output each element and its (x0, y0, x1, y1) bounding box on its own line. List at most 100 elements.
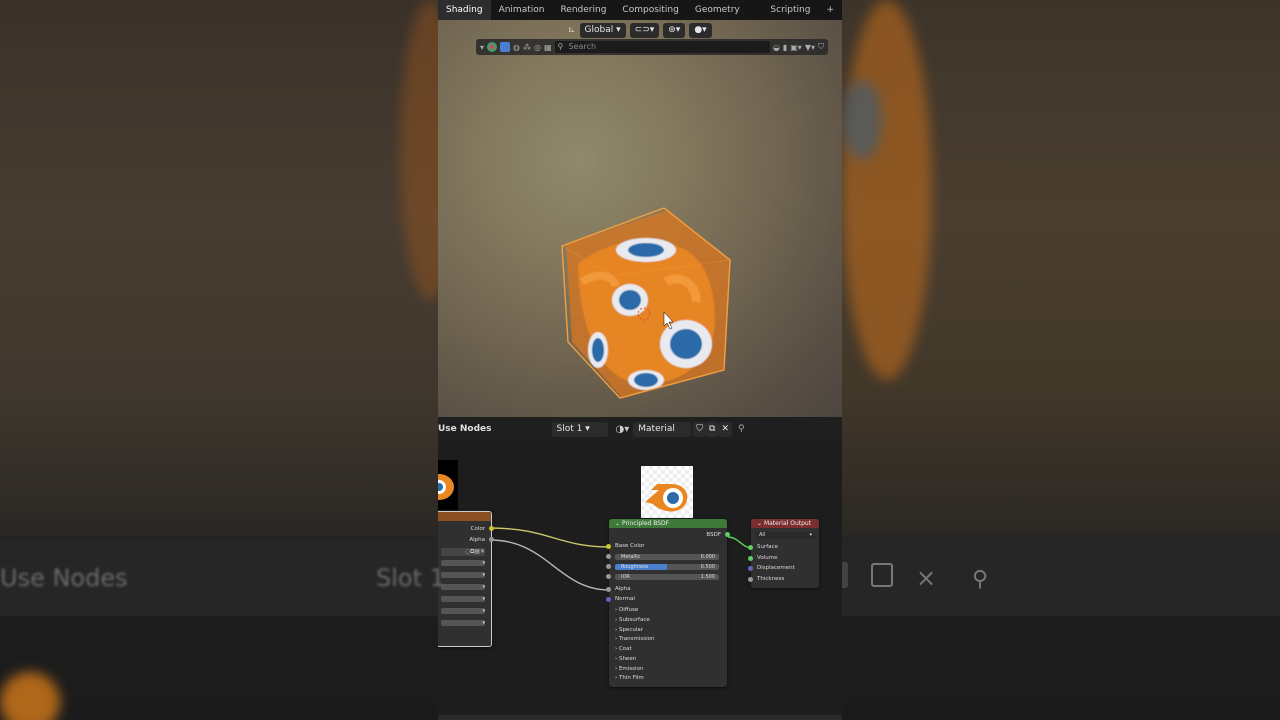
alpha-socket[interactable] (489, 537, 494, 542)
3d-viewport[interactable]: ⊾ Global ▾ ⊂⊃▾ ⊛▾ ●▾ ▾ ◍ ⁂ ◎ ▦ ⚲ Search … (438, 20, 842, 417)
select-box-icon[interactable] (500, 42, 511, 52)
search-icon: ⚲ (557, 42, 564, 51)
image-dropdown-4[interactable]: ▾ (441, 596, 485, 602)
node-canvas[interactable]: Color Alpha ◌⧉▤✕ ▾ ▾ ▾ ▾ ▾ ▾ ⌄ Principle… (438, 441, 842, 720)
metallic-value: 0.000 (700, 554, 715, 560)
image-dropdown-3[interactable]: ▾ (441, 584, 485, 590)
ior-field[interactable]: IOR 1.500 (615, 574, 719, 580)
bsdf-output-socket[interactable] (725, 532, 730, 537)
panel-coat[interactable]: › Coat (615, 646, 632, 652)
alpha-input-socket[interactable] (606, 587, 611, 592)
color-socket[interactable] (489, 526, 494, 531)
image-node-header[interactable] (438, 512, 491, 521)
displacement-socket[interactable] (748, 566, 753, 571)
fake-user-icon[interactable]: ⛉ (693, 421, 707, 437)
panel-subsurface[interactable]: › Subsurface (615, 617, 650, 623)
tab-scripting[interactable]: Scripting (762, 0, 818, 20)
pivot-dropdown[interactable]: ⊂⊃▾ (629, 22, 660, 38)
panel-emission-label: Emission (618, 666, 644, 672)
panel-specular[interactable]: › Specular (615, 627, 643, 633)
view-layer-icon[interactable]: ▣▾ (790, 43, 802, 52)
output-target-dropdown[interactable]: All ▾ (755, 532, 815, 539)
image-dropdown-2[interactable]: ▾ (441, 572, 485, 578)
base-color-label: Base Color (615, 543, 645, 549)
add-workspace-button[interactable]: + (818, 0, 842, 20)
tab-geometry-nodes[interactable]: Geometry Nodes (687, 0, 763, 35)
ior-value: 1.500 (700, 574, 715, 580)
render-icon[interactable]: ⁂ (523, 43, 531, 52)
panel-emission[interactable]: › Emission (615, 666, 643, 672)
filter-icon[interactable]: ▼▾ (805, 43, 815, 52)
panel-transmission[interactable]: › Transmission (615, 636, 654, 642)
use-nodes-label[interactable]: Use Nodes (438, 424, 492, 434)
shield-icon[interactable]: ⛉ (818, 42, 824, 52)
sphere-icon[interactable]: ◍ (513, 43, 520, 52)
panel-sheen[interactable]: › Sheen (615, 656, 636, 662)
tab-compositing[interactable]: Compositing (614, 0, 686, 20)
blender-logo-icon (645, 484, 688, 512)
bookmark-icon[interactable]: ▮ (783, 43, 787, 52)
proportional-edit-button[interactable]: ●▾ (689, 22, 712, 38)
chevron-down-icon[interactable]: ▾ (480, 43, 484, 52)
image-dropdown-5[interactable]: ▾ (441, 608, 485, 614)
principled-bsdf-node[interactable]: ⌄ Principled BSDF BSDF Base Color Metall… (606, 519, 730, 687)
surface-input-label: Surface (757, 544, 778, 550)
thickness-socket[interactable] (748, 577, 753, 582)
snap-dropdown[interactable]: ⊛▾ (663, 22, 686, 38)
volume-socket[interactable] (748, 556, 753, 561)
pin-icon[interactable]: ⚲ (738, 424, 745, 434)
metallic-field[interactable]: Metallic 0.000 (615, 554, 719, 560)
workspace-tabs: Shading Animation Rendering Compositing … (438, 0, 842, 35)
material-name-field[interactable]: Material (633, 421, 692, 437)
toggle-icon[interactable]: ◒ (773, 43, 780, 52)
material-output-node[interactable]: ⌄ Material Output All ▾ Surface Volume Di… (748, 519, 819, 588)
status-strip (438, 715, 842, 720)
image-dropdown-6[interactable]: ▾ (441, 620, 485, 626)
output-node-header[interactable]: ⌄ Material Output (751, 519, 819, 528)
normal-input-label: Normal (615, 596, 635, 602)
blender-app: Shading Animation Rendering Compositing … (438, 0, 842, 720)
background-left: Use Nodes (0, 0, 438, 720)
material-preview-thumb (641, 466, 693, 518)
world-icon[interactable]: ◎ (534, 43, 541, 52)
background-use-nodes-text: Use Nodes (0, 564, 128, 592)
roughness-value: 0.500 (700, 564, 715, 570)
duplicate-icon[interactable]: ⧉ (706, 421, 719, 437)
slot-dropdown[interactable]: Slot 1 ▾ (551, 421, 608, 437)
close-icon[interactable]: ✕ (718, 421, 733, 437)
selected-cube[interactable] (556, 202, 736, 402)
ior-socket[interactable] (606, 574, 611, 579)
orientation-dropdown[interactable]: Global ▾ (579, 22, 626, 38)
slot-label: Slot 1 (556, 423, 583, 434)
svg-text:×: × (916, 564, 936, 592)
bsdf-node-header[interactable]: ⌄ Principled BSDF (609, 519, 727, 528)
image-texture-node[interactable]: Color Alpha ◌⧉▤✕ ▾ ▾ ▾ ▾ ▾ ▾ (438, 511, 494, 647)
panel-thin-film[interactable]: › Thin Film (615, 675, 644, 681)
tab-shading[interactable]: Shading (438, 0, 491, 20)
image-dropdown-1[interactable]: ▾ (441, 560, 485, 566)
image-output-color: Color (470, 526, 485, 532)
panel-sheen-label: Sheen (618, 656, 637, 662)
image-output-alpha: Alpha (469, 537, 485, 543)
tab-rendering[interactable]: Rendering (552, 0, 614, 20)
base-color-socket[interactable] (606, 544, 611, 549)
normal-input-socket[interactable] (606, 597, 611, 602)
grid-icon[interactable]: ▦ (544, 43, 552, 52)
material-browse-icon[interactable]: ◑▾ (616, 424, 630, 435)
panel-diffuse[interactable]: › Diffuse (615, 607, 638, 613)
roughness-label: Roughness (621, 564, 649, 570)
blurred-logo (0, 672, 60, 720)
thickness-input-label: Thickness (757, 576, 785, 582)
surface-socket[interactable] (748, 545, 753, 550)
roughness-field[interactable]: Roughness 0.500 (615, 564, 719, 570)
roughness-socket[interactable] (606, 564, 611, 569)
image-logo-thumb (438, 460, 458, 510)
blurred-icons: × ⚲ (842, 562, 988, 592)
metallic-label: Metallic (621, 554, 641, 560)
search-input[interactable]: ⚲ Search (554, 41, 770, 53)
display-mode-icon[interactable] (487, 42, 498, 52)
tab-animation[interactable]: Animation (491, 0, 553, 20)
blurred-cube-edge (400, 0, 438, 300)
image-buttons[interactable]: ◌⧉▤✕ (441, 548, 485, 556)
metallic-socket[interactable] (606, 554, 611, 559)
